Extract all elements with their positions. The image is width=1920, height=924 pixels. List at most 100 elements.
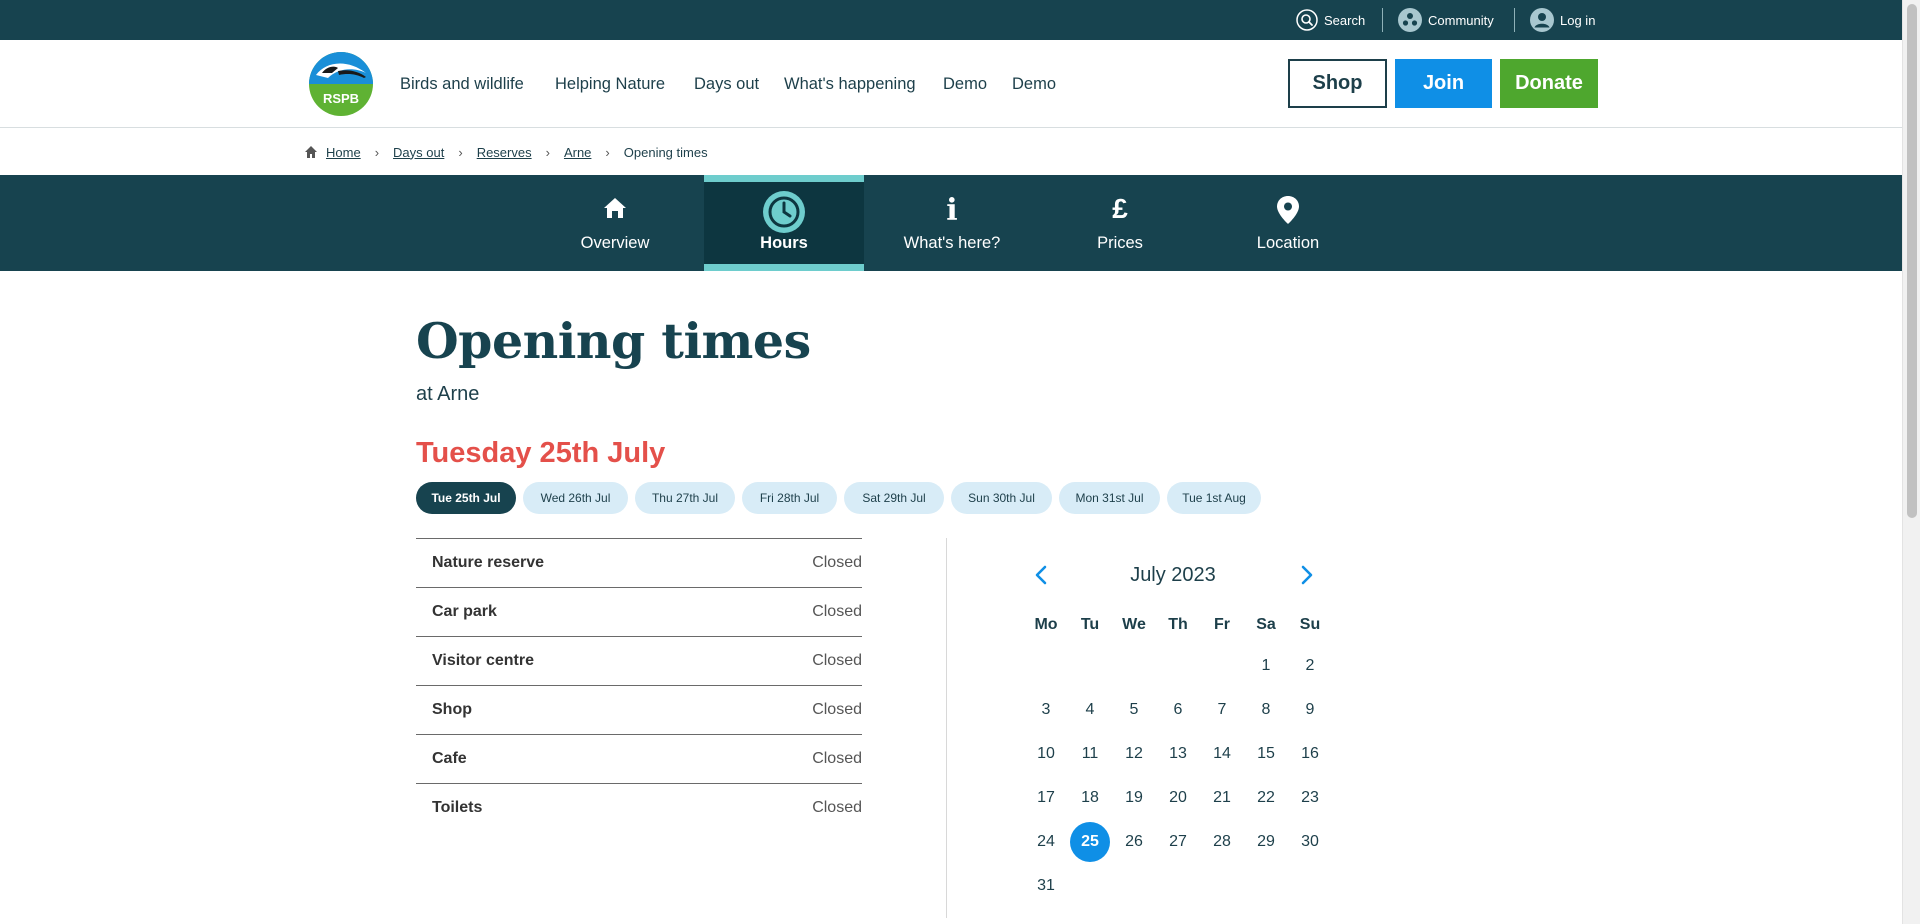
- facility-status: Closed: [812, 554, 862, 571]
- date-chip[interactable]: Tue 25th Jul: [416, 482, 516, 514]
- calendar-day[interactable]: 29: [1246, 822, 1286, 862]
- facility-name: Shop: [432, 701, 472, 718]
- calendar-day[interactable]: 2: [1290, 646, 1330, 686]
- calendar-day[interactable]: 16: [1290, 734, 1330, 774]
- facility-name: Nature reserve: [432, 554, 545, 571]
- breadcrumb-arne[interactable]: Arne: [564, 145, 591, 160]
- hours-row: Car park Closed: [416, 587, 862, 636]
- shop-button[interactable]: Shop: [1288, 59, 1387, 108]
- page-scrollbar[interactable]: [1902, 0, 1920, 924]
- calendar-day[interactable]: 18: [1070, 778, 1110, 818]
- facility-name: Car park: [432, 603, 497, 620]
- calendar-day[interactable]: 22: [1246, 778, 1286, 818]
- calendar-day[interactable]: 24: [1026, 822, 1066, 862]
- scrollbar-thumb[interactable]: [1907, 4, 1917, 518]
- nav-demo-1[interactable]: Demo: [943, 75, 987, 94]
- tab-hours[interactable]: Hours: [704, 175, 864, 271]
- tab-label: Location: [1256, 234, 1320, 252]
- chevron-right-icon: ›: [458, 144, 463, 160]
- date-chip[interactable]: Mon 31st Jul: [1059, 482, 1160, 514]
- calendar-day[interactable]: 23: [1290, 778, 1330, 818]
- home-icon[interactable]: [304, 145, 318, 159]
- chevron-right-icon: ›: [374, 144, 380, 160]
- calendar-day[interactable]: 27: [1158, 822, 1198, 862]
- calendar-day[interactable]: 5: [1114, 690, 1154, 730]
- calendar-day[interactable]: 8: [1246, 690, 1286, 730]
- join-button[interactable]: Join: [1395, 59, 1492, 108]
- calendar-day[interactable]: 13: [1158, 734, 1198, 774]
- chevron-right-icon[interactable]: [1296, 564, 1318, 586]
- home-icon: [602, 195, 628, 226]
- calendar-day[interactable]: 3: [1026, 690, 1066, 730]
- facility-name: Toilets: [432, 799, 483, 816]
- calendar-day[interactable]: 7: [1202, 690, 1242, 730]
- page-subtitle: at Arne: [416, 383, 480, 405]
- hours-row: Shop Closed: [416, 685, 862, 734]
- calendar-day[interactable]: 30: [1290, 822, 1330, 862]
- date-chip[interactable]: Sat 29th Jul: [844, 482, 944, 514]
- calendar-day[interactable]: 31: [1026, 866, 1066, 906]
- nav-helping-nature[interactable]: Helping Nature: [555, 75, 665, 94]
- nav-whats-happening[interactable]: What's happening: [784, 75, 916, 94]
- facility-name: Visitor centre: [432, 652, 534, 669]
- login-link[interactable]: Log in: [1530, 0, 1595, 40]
- community-icon: [1398, 8, 1422, 32]
- date-chip[interactable]: Sun 30th Jul: [951, 482, 1052, 514]
- utility-divider: [1514, 8, 1515, 32]
- community-link[interactable]: Community: [1398, 0, 1494, 40]
- main-nav: Birds and wildlife Helping Nature Days o…: [0, 40, 1100, 128]
- calendar-day[interactable]: 9: [1290, 690, 1330, 730]
- calendar-day[interactable]: 28: [1202, 822, 1242, 862]
- hours-row: Nature reserve Closed: [416, 538, 862, 587]
- nav-demo-2[interactable]: Demo: [1012, 75, 1056, 94]
- facility-status: Closed: [812, 799, 862, 816]
- donate-button[interactable]: Donate: [1500, 59, 1598, 108]
- calendar-day[interactable]: 4: [1070, 690, 1110, 730]
- page-title: Opening times: [416, 312, 811, 370]
- tab-location[interactable]: Location: [1208, 175, 1368, 271]
- calendar-day[interactable]: 6: [1158, 690, 1198, 730]
- breadcrumb-current: Opening times: [623, 144, 708, 160]
- facility-status: Closed: [812, 603, 862, 620]
- date-chip[interactable]: Wed 26th Jul: [523, 482, 628, 514]
- chevron-right-icon: ›: [545, 144, 550, 160]
- breadcrumb-reserves[interactable]: Reserves: [477, 145, 532, 160]
- calendar-day[interactable]: 1: [1246, 646, 1286, 686]
- tab-label: Prices: [1097, 234, 1143, 252]
- calendar-day[interactable]: 19: [1114, 778, 1154, 818]
- calendar-day[interactable]: 11: [1070, 734, 1110, 774]
- utility-bar: [0, 0, 1902, 40]
- tab-label: Overview: [580, 234, 650, 252]
- calendar-day[interactable]: 21: [1202, 778, 1242, 818]
- tab-prices[interactable]: £ Prices: [1040, 175, 1200, 271]
- calendar-day[interactable]: 17: [1026, 778, 1066, 818]
- breadcrumb-home[interactable]: Home: [326, 145, 361, 160]
- info-icon: i: [946, 193, 958, 228]
- calendar-day[interactable]: 15: [1246, 734, 1286, 774]
- user-icon: [1530, 8, 1554, 32]
- weekday-header: Mo: [1034, 616, 1058, 633]
- nav-days-out[interactable]: Days out: [694, 75, 759, 94]
- weekday-header: Tu: [1080, 616, 1100, 633]
- search-link[interactable]: Search: [1296, 0, 1365, 40]
- calendar-day[interactable]: 20: [1158, 778, 1198, 818]
- calendar-day[interactable]: 26: [1114, 822, 1154, 862]
- calendar-day[interactable]: 10: [1026, 734, 1066, 774]
- clock-icon: [762, 190, 806, 239]
- calendar-day[interactable]: 12: [1114, 734, 1154, 774]
- community-label: Community: [1428, 12, 1494, 28]
- date-chip[interactable]: Fri 28th Jul: [742, 482, 837, 514]
- opening-hours-table: Nature reserve Closed Car park Closed Visi…: [416, 538, 862, 832]
- utility-divider: [1382, 8, 1383, 32]
- date-chip[interactable]: Tue 1st Aug: [1167, 482, 1261, 514]
- calendar-day[interactable]: 14: [1202, 734, 1242, 774]
- tab-whats-here[interactable]: i What's here?: [872, 175, 1032, 271]
- breadcrumb-days-out[interactable]: Days out: [393, 145, 444, 160]
- login-label: Log in: [1560, 12, 1596, 28]
- weekday-header: Fr: [1214, 616, 1230, 633]
- nav-birds-and-wildlife[interactable]: Birds and wildlife: [400, 75, 524, 94]
- calendar-day-selected[interactable]: 25: [1070, 822, 1110, 862]
- tab-overview[interactable]: Overview: [535, 175, 695, 271]
- weekday-header: Th: [1168, 616, 1188, 633]
- date-chip[interactable]: Thu 27th Jul: [635, 482, 735, 514]
